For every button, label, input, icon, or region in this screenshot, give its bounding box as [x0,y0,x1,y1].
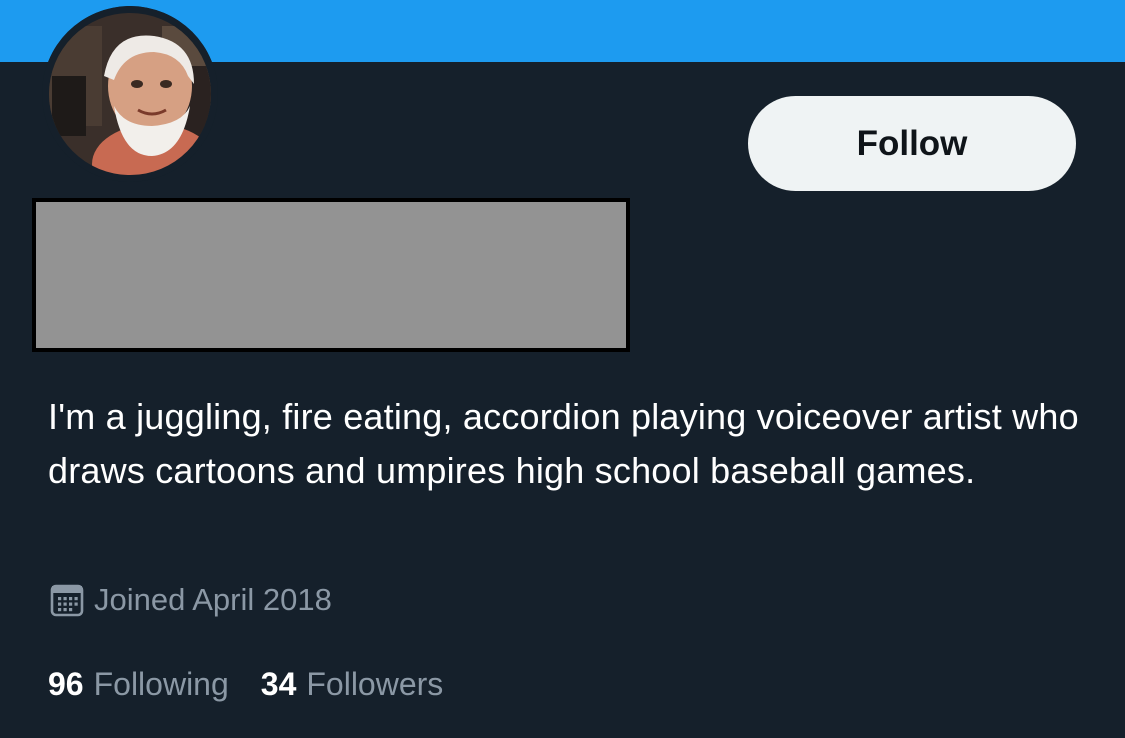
avatar-image [42,6,218,182]
follow-button[interactable]: Follow [748,96,1076,191]
joined-date: Joined April 2018 [50,580,332,620]
avatar[interactable] [42,6,218,182]
following-count: 96 [48,666,84,702]
joined-text: Joined April 2018 [94,582,332,617]
following-link[interactable]: 96 Following [48,666,229,703]
calendar-icon [50,584,84,617]
followers-label: Followers [306,666,444,702]
redacted-display-name [32,198,630,352]
followers-link[interactable]: 34 Followers [261,666,444,703]
profile-bio: I'm a juggling, fire eating, accordion p… [48,396,1079,491]
profile-stats: 96 Following 34 Followers [48,666,475,703]
following-label: Following [93,666,229,702]
followers-count: 34 [260,666,297,702]
